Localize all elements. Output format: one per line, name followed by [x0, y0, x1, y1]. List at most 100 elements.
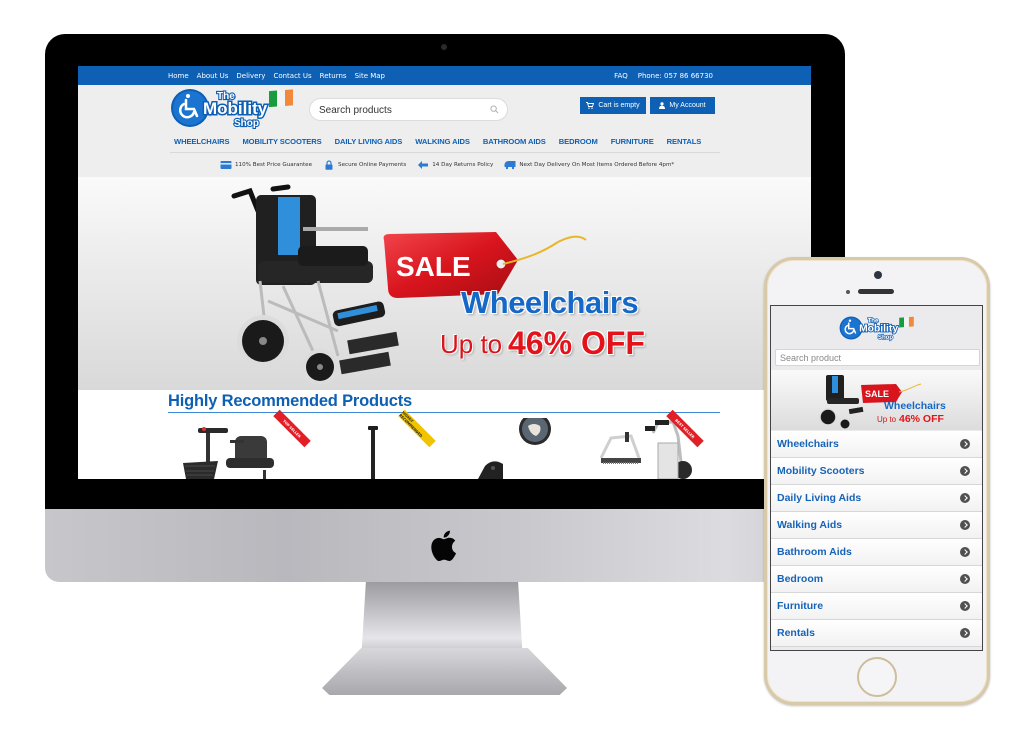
mobile-hero-title: Wheelchairs — [884, 400, 946, 412]
usp-text: 14 Day Returns Policy — [432, 162, 494, 168]
top-link-contact-us[interactable]: Contact Us — [273, 72, 311, 80]
nav-divider — [170, 152, 720, 153]
rollator-image — [599, 420, 692, 479]
menu-label: Daily Living Aids — [777, 492, 862, 504]
chevron-right-circle-icon — [960, 493, 970, 503]
mobile-search-input[interactable] — [775, 349, 980, 366]
usp-secure-payments: Secure Online Payments — [323, 160, 406, 170]
nav-bathroom-aids[interactable]: BATHROOM AIDS — [483, 137, 546, 146]
faq-link[interactable]: FAQ — [614, 72, 628, 80]
my-account-button[interactable]: My Account — [650, 97, 715, 114]
cart-button[interactable]: Cart is empty — [580, 97, 646, 114]
nav-bedroom[interactable]: BEDROOM — [559, 137, 598, 146]
logo-shop: Shop — [878, 334, 893, 341]
hero-discount: 46% OFF — [508, 325, 645, 361]
chevron-right-circle-icon — [960, 601, 970, 611]
logo-mobility: Mobility — [859, 324, 898, 335]
mobility-shop-logo[interactable]: The Mobility Shop — [170, 87, 295, 129]
mobile-menu-item-walking-aids[interactable]: Walking Aids — [771, 512, 982, 539]
top-link-returns[interactable]: Returns — [320, 72, 347, 80]
iphone-sensor — [846, 290, 850, 294]
usp-returns: 14 Day Returns Policy — [417, 160, 493, 170]
nav-daily-living-aids[interactable]: DAILY LIVING AIDS — [335, 137, 403, 146]
mobile-hero-image: SALE Wheelchairs Up to 46% OFF — [819, 375, 946, 430]
menu-label: Mobility Scooters — [777, 465, 865, 477]
mobile-menu-item-daily-living-aids[interactable]: Daily Living Aids — [771, 485, 982, 512]
phone-number: Phone: 057 86 66730 — [637, 72, 713, 80]
hero-up-to: Up to — [440, 329, 503, 359]
menu-label: Bathroom Aids — [777, 546, 852, 558]
top-link-home[interactable]: Home — [168, 72, 189, 80]
chevron-right-circle-icon — [960, 547, 970, 557]
search-icon[interactable] — [490, 105, 499, 114]
menu-label: Furniture — [777, 600, 824, 612]
iphone-home-button[interactable] — [857, 657, 897, 697]
top-link-about-us[interactable]: About Us — [197, 72, 229, 80]
logo-mobility: Mobility — [203, 99, 268, 118]
product-card-mobility-scooter[interactable]: TOP SELLER — [178, 409, 311, 479]
usp-bar: 110% Best Price Guarantee Secure Online … — [220, 160, 674, 170]
apple-logo-icon — [431, 530, 456, 562]
usp-text: Next Day Delivery On Most Items Ordered … — [519, 162, 675, 168]
credit-card-icon — [220, 161, 232, 169]
irish-flag-icon — [269, 89, 293, 108]
nav-rentals[interactable]: RENTALS — [667, 137, 702, 146]
imac-stand-base — [322, 648, 567, 695]
arrow-left-icon — [418, 161, 429, 169]
mobile-hero-up-to: Up to — [877, 415, 897, 424]
product-card-walking-stick[interactable]: HIGHLY RECOMMENDED — [343, 409, 453, 479]
mobile-menu-item-mobility-scooters[interactable]: Mobility Scooters — [771, 458, 982, 485]
chevron-right-circle-icon — [960, 628, 970, 638]
usp-text: 110% Best Price Guarantee — [235, 162, 313, 168]
cart-icon — [586, 102, 595, 109]
mobile-menu-item-furniture[interactable]: Furniture — [771, 593, 982, 620]
nav-mobility-scooters[interactable]: MOBILITY SCOOTERS — [242, 137, 321, 146]
chevron-right-circle-icon — [960, 466, 970, 476]
menu-label: Bedroom — [777, 573, 824, 585]
product-card-riser-recliner-chair[interactable] — [473, 413, 563, 479]
lock-icon — [325, 160, 333, 170]
user-icon — [659, 102, 666, 109]
section-divider — [168, 412, 720, 413]
main-nav: WHEELCHAIRS MOBILITY SCOOTERS DAILY LIVI… — [174, 137, 701, 146]
top-link-site-map[interactable]: Site Map — [355, 72, 385, 80]
chevron-right-circle-icon — [960, 520, 970, 530]
iphone-front-camera — [874, 271, 882, 279]
top-link-delivery[interactable]: Delivery — [236, 72, 265, 80]
mobile-menu-item-bathroom-aids[interactable]: Bathroom Aids — [771, 539, 982, 566]
mobile-screen: The Mobility Shop SALE Wheelchairs Up to… — [770, 305, 983, 651]
desktop-screen: Home About Us Delivery Contact Us Return… — [78, 66, 811, 479]
mobile-menu-item-bedroom[interactable]: Bedroom — [771, 566, 982, 593]
mobile-hero-banner[interactable]: SALE Wheelchairs Up to 46% OFF — [771, 370, 982, 430]
top-links: Home About Us Delivery Contact Us Return… — [168, 72, 385, 80]
menu-label: Rentals — [777, 627, 815, 639]
truck-icon — [504, 161, 516, 170]
mobile-mobility-shop-logo[interactable]: The Mobility Shop — [839, 313, 915, 343]
hero-banner[interactable]: SALE Wheelchairs Up to 46% OFF — [78, 177, 811, 390]
logo-shop: Shop — [234, 118, 259, 129]
nav-furniture[interactable]: FURNITURE — [611, 137, 654, 146]
mobile-category-menu: Wheelchairs Mobility Scooters Daily Livi… — [771, 431, 982, 647]
chevron-right-circle-icon — [960, 574, 970, 584]
nav-walking-aids[interactable]: WALKING AIDS — [415, 137, 470, 146]
search-input[interactable] — [319, 102, 489, 118]
mobile-hero-discount: 46% OFF — [899, 413, 945, 425]
mobile-sale-tag-text: SALE — [865, 389, 889, 399]
mobile-menu-item-rentals[interactable]: Rentals — [771, 620, 982, 647]
top-right: FAQ Phone: 057 86 66730 — [614, 72, 713, 80]
cart-label: Cart is empty — [598, 102, 640, 109]
top-bar: Home About Us Delivery Contact Us Return… — [78, 66, 811, 85]
recommended-products-section: Highly Recommended Products TOP SELLER H… — [78, 390, 811, 479]
irish-flag-icon — [899, 316, 914, 328]
site-header: The Mobility Shop Cart is empty — [78, 85, 811, 177]
menu-label: Wheelchairs — [777, 438, 839, 450]
hero-title: Wheelchairs — [461, 285, 639, 320]
sale-tag-text: SALE — [396, 251, 471, 282]
section-title: Highly Recommended Products — [168, 392, 412, 410]
mobile-menu-item-wheelchairs[interactable]: Wheelchairs — [771, 431, 982, 458]
product-card-rollator[interactable]: BEST SELLER — [583, 409, 713, 479]
walking-stick-image — [368, 426, 378, 479]
usp-price-guarantee: 110% Best Price Guarantee — [220, 160, 312, 170]
nav-wheelchairs[interactable]: WHEELCHAIRS — [174, 137, 230, 146]
riser-recliner-image — [478, 413, 551, 479]
